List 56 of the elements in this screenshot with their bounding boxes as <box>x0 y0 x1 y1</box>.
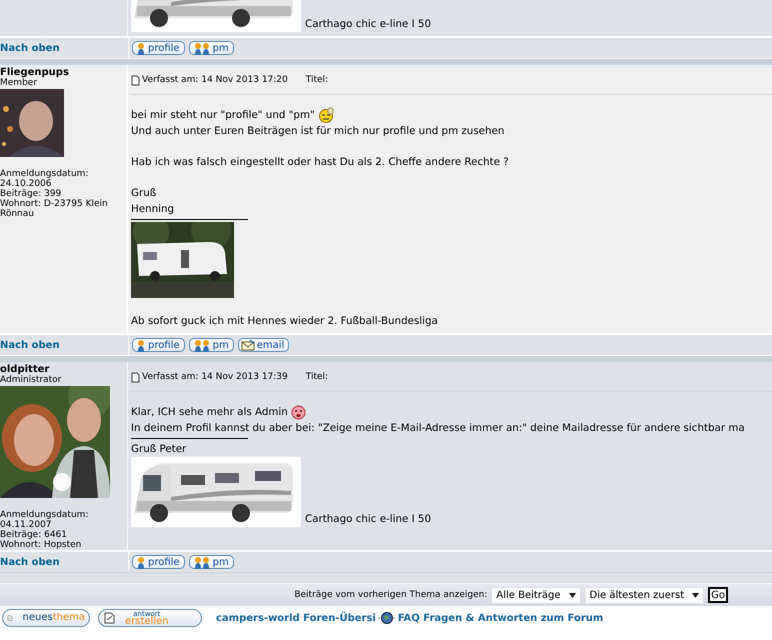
document-icon <box>131 74 140 86</box>
author-detail: 04.11.2007 <box>0 520 53 530</box>
back-to-top-link[interactable]: Nach oben <box>0 42 60 54</box>
nav-link[interactable]: campers-world Foren-Übersi <box>216 612 376 624</box>
profile-button[interactable]: profile <box>132 41 185 55</box>
post-date: Verfasst am: 14 Nov 2013 17:20 <box>142 75 288 85</box>
picture-caption: Carthago chic e-line I 50 <box>305 512 432 527</box>
pm-button[interactable]: pm <box>188 41 234 55</box>
pm-button[interactable]: pm <box>188 338 234 352</box>
post-date: Verfasst am: 14 Nov 2013 17:39 <box>142 372 288 382</box>
pencil-icon <box>103 612 115 624</box>
globe-icon <box>378 612 396 624</box>
envelope-icon <box>240 339 255 351</box>
person-icon <box>135 338 146 352</box>
post-text: bei mir steht nur "profile" und "pm" <box>131 108 315 123</box>
caret-icon <box>568 592 576 598</box>
post-text: Henning <box>131 202 174 217</box>
author-detail: Beiträge: 399 <box>0 189 62 199</box>
person-icon <box>135 42 146 54</box>
profile-button[interactable]: profile <box>132 338 185 352</box>
nav-button[interactable]: neuesthema <box>2 609 90 627</box>
author-detail: 24.10.2006 <box>0 179 53 189</box>
author-rank: Member <box>0 78 38 88</box>
title-label: Titel: <box>306 372 328 382</box>
dropdown[interactable]: Alle Beiträge <box>491 586 581 604</box>
picture-caption: Carthago chic e-line I 50 <box>305 17 432 32</box>
post-text: In deinem Profil kannst du aber bei: "Zeige meine E-Mail-Adresse immer an:" deine Mailadresse für andere sichtbar ma <box>131 421 745 436</box>
smiley-icon <box>318 107 334 123</box>
profile-button[interactable]: profile <box>132 555 185 569</box>
go-button[interactable]: Go <box>708 587 728 603</box>
person-icon <box>135 556 146 568</box>
author-detail: Anmeldungsdatum: <box>0 510 90 520</box>
dropdown[interactable]: Die ältesten zuerst <box>584 586 704 604</box>
author-name: oldpitter <box>0 364 50 375</box>
author-detail: Wohnort: Hopsten <box>0 540 82 550</box>
author-detail: Beiträge: 6461 <box>0 530 68 540</box>
post-text: Und auch unter Euren Beiträgen ist für mich nur profile und pm zusehen <box>131 124 504 139</box>
title-label: Titel: <box>306 75 328 85</box>
post-text: Gruß <box>131 186 156 201</box>
nav-link[interactable]: FAQ Fragen & Antworten zum Forum <box>398 612 604 624</box>
author-detail: Wohnort: D-23795 Klein Rönnau <box>0 199 109 219</box>
pm-button[interactable]: pm <box>188 555 234 569</box>
post-text: Klar, ICH sehe mehr als Admin <box>131 405 288 420</box>
author-name: Fliegenpups <box>0 67 70 78</box>
back-to-top-link[interactable]: Nach oben <box>0 340 60 350</box>
caret-icon <box>692 592 700 598</box>
document-icon <box>131 372 140 382</box>
email-button[interactable]: email <box>238 338 290 352</box>
author-rank: Administrator <box>0 375 62 385</box>
post-text: Hab ich was falsch eingestellt oder hast Du als 2. Cheffe andere Rechte ? <box>131 155 509 170</box>
post-text: Ab sofort guck ich mit Hennes wieder 2. Fußball-Bundesliga <box>131 314 438 329</box>
display-options-label: Beiträge vom vorherigen Thema anzeigen: <box>294 590 488 600</box>
author-detail: Anmeldungsdatum: <box>0 169 90 179</box>
smiley-icon <box>290 405 306 420</box>
post-text: Gruß Peter <box>131 442 186 457</box>
back-to-top-link[interactable]: Nach oben <box>0 556 60 568</box>
